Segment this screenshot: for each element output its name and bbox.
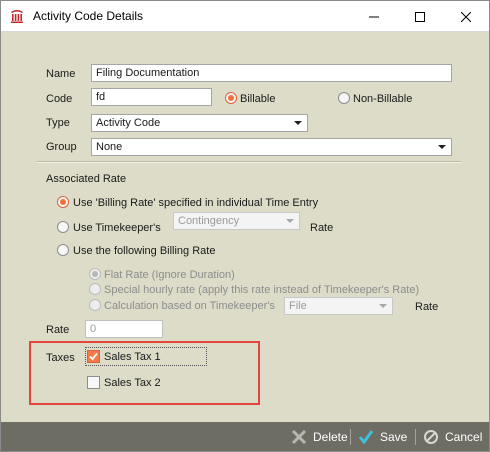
- save-button[interactable]: Save: [358, 428, 407, 446]
- timekeeper-rate-value: Contingency: [178, 215, 240, 227]
- rate-field[interactable]: 0: [85, 320, 163, 338]
- rate-option-following-radio[interactable]: [57, 244, 69, 256]
- action-separator: [415, 429, 416, 445]
- group-dropdown[interactable]: None: [91, 138, 452, 156]
- save-label: Save: [380, 430, 408, 444]
- group-value: None: [96, 141, 123, 153]
- timekeeper-rate-suffix: Rate: [310, 222, 334, 234]
- cancel-label: Cancel: [445, 430, 483, 444]
- rate-option-timekeeper-label: Use Timekeeper's: [73, 222, 161, 234]
- type-value: Activity Code: [96, 117, 161, 129]
- section-divider: [37, 161, 461, 163]
- taxes-label: Taxes: [46, 352, 75, 364]
- checkmark-icon: [89, 352, 98, 361]
- type-label: Type: [46, 117, 70, 129]
- chevron-down-icon: [379, 304, 387, 308]
- action-bar: Delete Save Cancel: [1, 422, 489, 451]
- delete-button[interactable]: Delete: [291, 428, 348, 446]
- app-logo-icon: [9, 8, 25, 24]
- save-check-icon: [358, 430, 374, 445]
- flat-rate-radio[interactable]: [89, 268, 101, 280]
- title-bar: Activity Code Details: [1, 1, 489, 32]
- group-label: Group: [46, 141, 77, 153]
- cancel-button[interactable]: Cancel: [423, 428, 482, 446]
- minimize-icon: [369, 16, 379, 17]
- activity-code-details-window: Activity Code Details Name Filing Docume…: [0, 0, 490, 452]
- calc-rate-suffix: Rate: [415, 301, 439, 313]
- flat-rate-label: Flat Rate (Ignore Duration): [104, 269, 235, 281]
- window-title: Activity Code Details: [33, 9, 144, 23]
- associated-rate-heading: Associated Rate: [46, 173, 127, 185]
- calc-timekeeper-value: File: [289, 300, 307, 312]
- close-icon: [461, 11, 471, 22]
- billable-label: Billable: [240, 93, 276, 105]
- code-field[interactable]: fd: [91, 88, 212, 106]
- special-hourly-label: Special hourly rate (apply this rate ins…: [104, 284, 420, 296]
- rate-option-billing-rate-radio[interactable]: [57, 196, 69, 208]
- type-dropdown[interactable]: Activity Code: [91, 114, 308, 132]
- cancel-circle-icon: [424, 430, 438, 444]
- rate-option-billing-rate-label: Use 'Billing Rate' specified in individu…: [73, 197, 319, 209]
- sales-tax-1-checkbox[interactable]: [87, 350, 100, 363]
- chevron-down-icon: [286, 219, 294, 223]
- rate-label: Rate: [46, 324, 70, 336]
- calc-timekeeper-dropdown[interactable]: File: [284, 297, 393, 315]
- sales-tax-2-label: Sales Tax 2: [104, 377, 161, 389]
- maximize-button[interactable]: [397, 1, 443, 32]
- code-label: Code: [46, 93, 73, 105]
- timekeeper-rate-dropdown[interactable]: Contingency: [173, 212, 300, 230]
- name-field[interactable]: Filing Documentation: [91, 64, 452, 82]
- rate-option-timekeeper-radio[interactable]: [57, 221, 69, 233]
- calc-timekeeper-label: Calculation based on Timekeeper's: [104, 300, 275, 312]
- name-label: Name: [46, 68, 76, 80]
- non-billable-radio[interactable]: [338, 92, 350, 104]
- rate-option-following-label: Use the following Billing Rate: [73, 245, 216, 257]
- delete-x-icon: [291, 429, 307, 445]
- chevron-down-icon: [438, 145, 446, 149]
- minimize-button[interactable]: [351, 1, 397, 32]
- calc-timekeeper-radio[interactable]: [89, 299, 101, 311]
- non-billable-label: Non-Billable: [353, 93, 413, 105]
- chevron-down-icon: [294, 121, 302, 125]
- action-separator: [350, 429, 351, 445]
- billable-radio[interactable]: [225, 92, 237, 104]
- delete-label: Delete: [313, 430, 348, 444]
- sales-tax-1-label: Sales Tax 1: [104, 351, 161, 363]
- close-button[interactable]: [443, 1, 489, 32]
- special-hourly-radio[interactable]: [89, 283, 101, 295]
- maximize-icon: [415, 11, 425, 22]
- sales-tax-2-checkbox[interactable]: [87, 376, 100, 389]
